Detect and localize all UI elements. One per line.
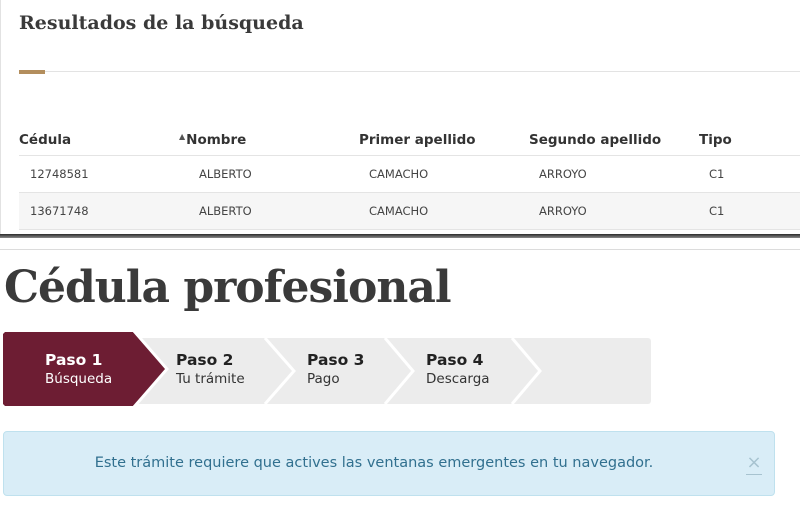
table-row[interactable]: 13671748 ALBERTO CAMACHO ARROYO C1 [19, 192, 800, 230]
cell-tipo: C1 [699, 155, 800, 193]
cell-segundo-apellido: ARROYO [529, 155, 699, 193]
step-1-subtitle: Búsqueda [45, 371, 113, 387]
results-table: Cédula ▲Nombre Primer apellido Segundo a… [19, 130, 800, 230]
column-header-nombre[interactable]: ▲Nombre [179, 130, 359, 156]
step-1[interactable]: Paso 1 Búsqueda [45, 351, 112, 388]
title-divider [19, 71, 800, 72]
popup-info-alert: Este trámite requiere que actives las ve… [3, 431, 775, 496]
column-header-segundo-apellido[interactable]: Segundo apellido [529, 130, 699, 156]
sort-asc-icon: ▲ [179, 131, 186, 141]
cell-nombre: ALBERTO [179, 192, 359, 230]
cell-tipo: C1 [699, 192, 800, 230]
step-3-title: Paso 3 [307, 351, 365, 369]
cell-cedula: 12748581 [19, 155, 179, 193]
cell-primer-apellido: CAMACHO [359, 192, 529, 230]
close-icon[interactable]: × [746, 453, 762, 475]
cell-segundo-apellido: ARROYO [529, 192, 699, 230]
column-header-primer-apellido[interactable]: Primer apellido [359, 130, 529, 156]
alert-message: Este trámite requiere que actives las ve… [94, 455, 654, 471]
cell-nombre: ALBERTO [179, 155, 359, 193]
page-title: Cédula profesional [4, 262, 452, 313]
step-4[interactable]: Paso 4 Descarga [426, 351, 490, 388]
cell-cedula: 13671748 [19, 192, 179, 230]
progress-stepper: Paso 1 Búsqueda Paso 2 Tu trámite Paso 3… [3, 332, 653, 406]
step-3[interactable]: Paso 3 Pago [307, 351, 364, 388]
title-accent-bar [19, 70, 45, 74]
column-header-tipo[interactable]: Tipo [699, 130, 800, 156]
step-1-title: Paso 1 [45, 351, 103, 369]
cell-primer-apellido: CAMACHO [359, 155, 529, 193]
step-4-title: Paso 4 [426, 351, 484, 369]
step-2[interactable]: Paso 2 Tu trámite [176, 351, 245, 388]
table-header-row: Cédula ▲Nombre Primer apellido Segundo a… [19, 130, 800, 156]
step-4-subtitle: Descarga [426, 371, 490, 387]
section-separator [0, 234, 800, 238]
column-header-cedula[interactable]: Cédula [19, 130, 179, 156]
section-divider [0, 249, 800, 250]
step-2-subtitle: Tu trámite [176, 371, 245, 387]
results-panel: Resultados de la búsqueda Cédula ▲Nombre… [0, 0, 800, 236]
step-2-title: Paso 2 [176, 351, 234, 369]
table-row[interactable]: 12748581 ALBERTO CAMACHO ARROYO C1 [19, 155, 800, 193]
results-title: Resultados de la búsqueda [19, 12, 304, 34]
step-3-subtitle: Pago [307, 371, 340, 387]
